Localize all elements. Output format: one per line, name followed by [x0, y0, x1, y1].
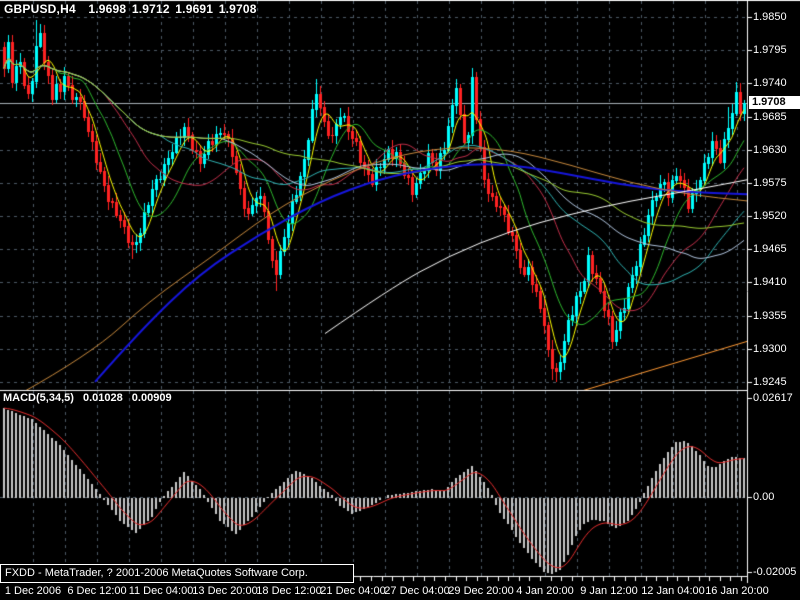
price-axis-label: 1.9410	[753, 276, 787, 288]
price-axis-label: 1.9850	[753, 11, 787, 23]
low-value: 1.9691	[175, 2, 214, 16]
chart-title: GBPUSD,H4 1.9698 1.9712 1.9691 1.9708	[4, 2, 259, 16]
time-axis-label: 18 Dec 12:00	[256, 585, 322, 597]
price-axis-label: 1.9465	[753, 243, 787, 255]
macd-axis-label: -0.02005	[753, 566, 797, 578]
macd-axis-label: 0.00	[753, 491, 775, 503]
price-axis-label: 1.9355	[753, 310, 787, 322]
macd-indicator-area[interactable]	[0, 391, 747, 576]
symbol-period-label: GBPUSD,H4	[4, 2, 76, 16]
time-axis-label: 21 Dec 04:00	[320, 585, 386, 597]
time-axis-label: 13 Dec 20:00	[192, 585, 258, 597]
open-value: 1.9698	[88, 2, 127, 16]
copyright-box: FXDD - MetaTrader, ? 2001-2006 MetaQuote…	[0, 564, 354, 583]
time-axis-label: 27 Dec 04:00	[384, 585, 450, 597]
metatrader-chart-window: GBPUSD,H4 1.9698 1.9712 1.9691 1.9708 MA…	[0, 0, 800, 600]
macd-axis-label: 0.02617	[753, 392, 793, 404]
price-axis-label: 1.9575	[753, 177, 787, 189]
time-axis-label: 11 Dec 04:00	[128, 585, 194, 597]
price-axis-label: 1.9245	[753, 376, 787, 388]
price-axis-label: 1.9300	[753, 343, 787, 355]
close-value: 1.9708	[218, 2, 257, 16]
price-axis-label: 1.9520	[753, 210, 787, 222]
price-axis-label: 1.9630	[753, 144, 787, 156]
time-axis-label: 16 Jan 20:00	[705, 585, 769, 597]
price-axis-label: 1.9685	[753, 111, 787, 123]
time-axis-label: 9 Jan 12:00	[580, 585, 638, 597]
macd-value: 0.01028	[82, 392, 123, 404]
macd-name: MACD(5,34,5)	[3, 392, 74, 404]
price-axis-label: 1.9795	[753, 44, 787, 56]
macd-indicator-label: MACD(5,34,5) 0.01028 0.00909	[3, 392, 178, 404]
current-price-tag: 1.9708	[749, 96, 800, 109]
main-chart-area[interactable]	[0, 0, 747, 390]
macd-signal-value: 0.00909	[131, 392, 172, 404]
time-axis-label: 4 Jan 20:00	[516, 585, 574, 597]
high-value: 1.9712	[131, 2, 170, 16]
time-axis-label: 29 Dec 20:00	[448, 585, 514, 597]
time-axis-label: 6 Dec 12:00	[67, 585, 127, 597]
price-axis-label: 1.9740	[753, 77, 787, 89]
time-axis-label: 12 Jan 04:00	[641, 585, 705, 597]
time-axis-label: 1 Dec 2006	[4, 585, 62, 597]
